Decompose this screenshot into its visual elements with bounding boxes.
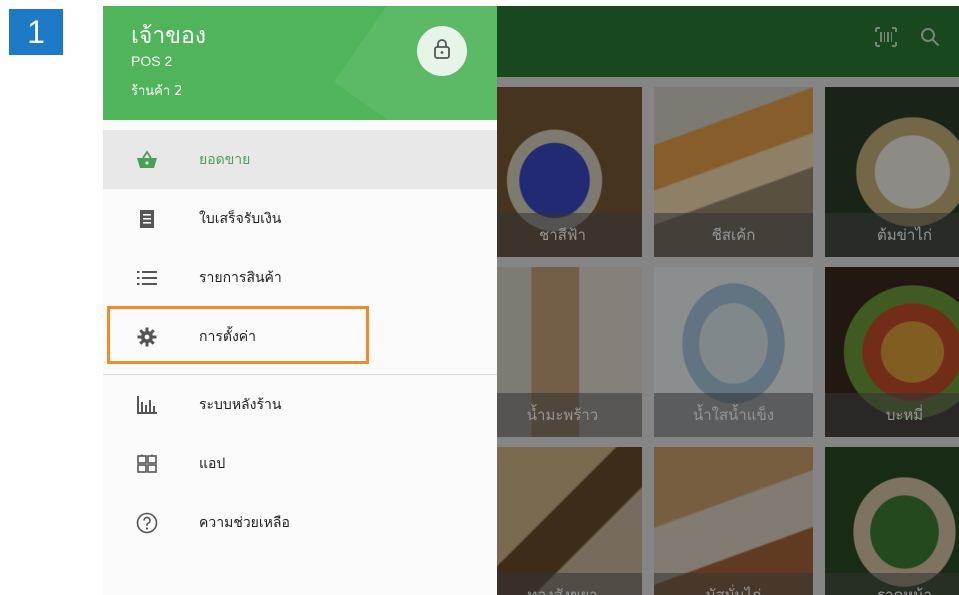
menu-item-back-office[interactable]: ระบบหลังร้าน <box>103 375 497 434</box>
menu-label: แอป <box>199 455 226 472</box>
menu-label: ระบบหลังร้าน <box>199 396 282 413</box>
pos-name: POS 2 <box>131 53 173 69</box>
lock-button[interactable] <box>417 26 467 76</box>
apps-icon <box>135 452 159 476</box>
settings-highlight-box <box>107 306 369 364</box>
basket-icon <box>135 148 159 172</box>
navigation-drawer: เจ้าของ POS 2 ร้านค้า 2 ยอดขาย ใบเสร็จรั… <box>103 6 497 595</box>
menu-label: ความช่วยเหลือ <box>199 514 290 531</box>
store-name: ร้านค้า 2 <box>131 84 183 99</box>
menu-item-sales[interactable]: ยอดขาย <box>103 130 497 189</box>
bar-chart-icon <box>135 393 159 417</box>
receipt-icon <box>135 207 159 231</box>
list-icon <box>135 266 159 290</box>
step-number-badge: 1 <box>9 9 63 55</box>
lock-icon <box>432 38 452 64</box>
menu-item-items[interactable]: รายการสินค้า <box>103 248 497 307</box>
pos-app-window: ชาสีฟ้า ชีสเค้ก ต้มข่าไก่ น้ำมะพร้าว น้ำ… <box>103 6 959 595</box>
menu-item-help[interactable]: ความช่วยเหลือ <box>103 493 497 552</box>
drawer-header: เจ้าของ POS 2 ร้านค้า 2 <box>103 6 497 120</box>
menu-label: ใบเสร็จรับเงิน <box>199 210 282 227</box>
menu-item-receipts[interactable]: ใบเสร็จรับเงิน <box>103 189 497 248</box>
menu-label: ยอดขาย <box>199 151 251 168</box>
menu-label: รายการสินค้า <box>199 269 282 286</box>
owner-name: เจ้าของ <box>131 23 207 49</box>
menu-item-apps[interactable]: แอป <box>103 434 497 493</box>
help-icon <box>135 511 159 535</box>
